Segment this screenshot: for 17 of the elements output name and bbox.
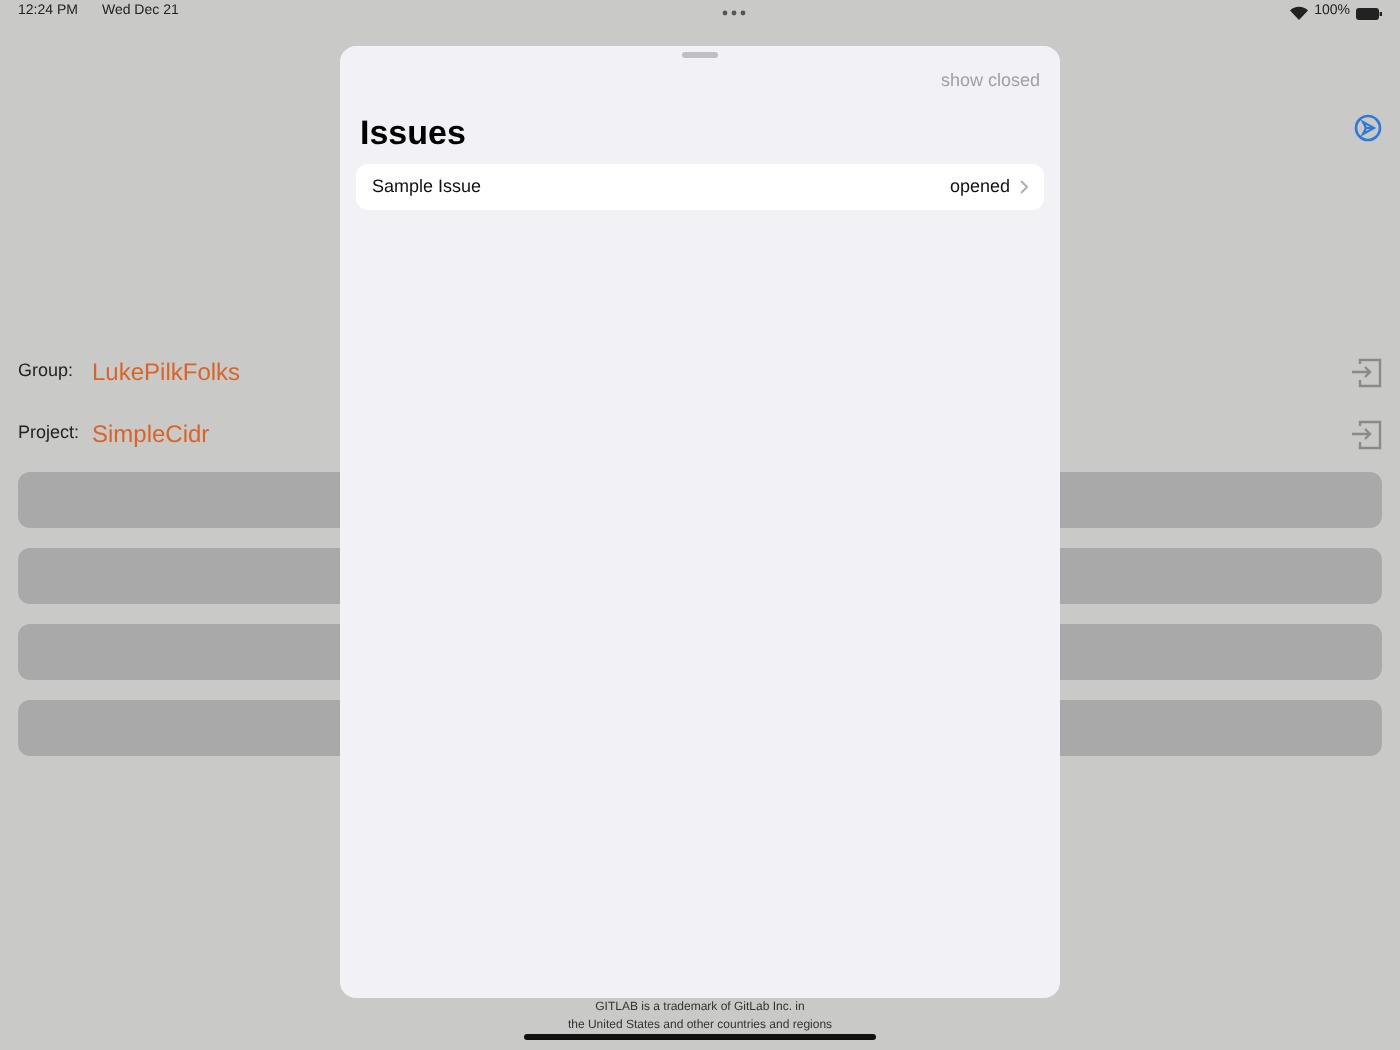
more-icon: [722, 10, 747, 16]
sheet-title: Issues: [360, 111, 468, 155]
setting-value[interactable]: SimpleCidr: [92, 415, 210, 451]
setting-value[interactable]: LukePilkFolks: [92, 353, 241, 389]
battery-icon: [1356, 7, 1382, 19]
drag-handle[interactable]: [682, 52, 718, 58]
sign-in-icon[interactable]: [1350, 355, 1382, 387]
issue-state: opened: [949, 173, 1010, 200]
issue-row[interactable]: Sample Issue opened: [356, 164, 1044, 210]
chevron-icon: [1020, 180, 1028, 194]
setting-label: Project:: [18, 419, 82, 446]
send-icon[interactable]: [1354, 114, 1382, 142]
sign-in-icon[interactable]: [1350, 417, 1382, 449]
setting-label: Group:: [18, 357, 76, 384]
issue-title: Sample Issue: [372, 173, 482, 200]
show-closed-button[interactable]: show closed: [940, 68, 1040, 95]
wifi-icon: [1290, 6, 1309, 20]
